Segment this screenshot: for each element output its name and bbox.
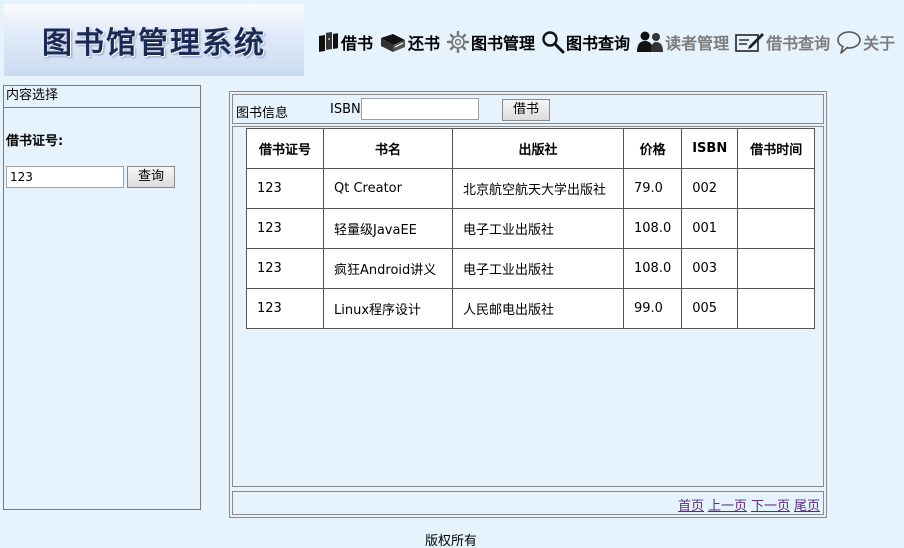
cell-borrow-time <box>737 288 816 329</box>
table-row[interactable]: 123 轻量级JavaEE 电子工业出版社 108.0 001 <box>246 208 816 249</box>
cell-price: 99.0 <box>622 288 683 329</box>
nav-borrow-label: 借书 <box>341 34 374 53</box>
nav-book-management[interactable]: 图书管理 <box>446 30 535 54</box>
last-page-link[interactable]: 尾页 <box>794 495 820 514</box>
nav-about-label: 关于 <box>863 34 896 53</box>
cell-publisher: 人民邮电出版社 <box>452 288 624 329</box>
cell-publisher: 电子工业出版社 <box>452 208 624 249</box>
book-info-panel: 图书信息 ISBN 借书 借书证号 书名 出版社 价格 ISBN 借书时间 12… <box>229 91 827 518</box>
table-row[interactable]: 123 Qt Creator 北京航空航天大学出版社 79.0 002 <box>246 168 816 209</box>
nav-borrow-search[interactable]: 借书查询 <box>735 30 830 54</box>
cell-title: Qt Creator <box>323 168 453 209</box>
borrow-button[interactable]: 借书 <box>502 99 550 121</box>
users-icon <box>636 30 664 54</box>
cell-title: 轻量级JavaEE <box>323 208 453 249</box>
borrowed-books-table: 借书证号 书名 出版社 价格 ISBN 借书时间 123 Qt Creator … <box>246 128 816 329</box>
cell-borrow-time <box>737 208 816 249</box>
cell-isbn: 005 <box>681 288 739 329</box>
cell-publisher: 北京航空航天大学出版社 <box>452 168 624 209</box>
isbn-input[interactable] <box>361 98 479 120</box>
nav-book-management-label: 图书管理 <box>471 34 536 53</box>
nav-reader-management-label: 读者管理 <box>665 34 730 53</box>
library-card-label: 借书证号: <box>6 134 64 149</box>
column-header-isbn[interactable]: ISBN <box>681 128 739 169</box>
library-card-input[interactable]: 123 <box>6 166 124 188</box>
content-select-title: 内容选择 <box>4 86 200 108</box>
nav-borrow[interactable]: 借书 <box>318 30 373 54</box>
table-row[interactable]: 123 疯狂Android讲义 电子工业出版社 108.0 003 <box>246 248 816 289</box>
copyright-text: 版权所有 <box>425 534 478 548</box>
cell-card-no: 123 <box>246 288 324 329</box>
nav-return-label: 还书 <box>408 34 441 53</box>
column-header-borrow-time[interactable]: 借书时间 <box>737 128 816 169</box>
table-header-row: 借书证号 书名 出版社 价格 ISBN 借书时间 <box>246 128 816 169</box>
cell-card-no: 123 <box>246 208 324 249</box>
cell-title: Linux程序设计 <box>323 288 453 329</box>
search-icon <box>541 30 565 54</box>
cell-isbn: 003 <box>681 248 739 289</box>
cell-price: 108.0 <box>622 248 683 289</box>
column-header-price[interactable]: 价格 <box>622 128 683 169</box>
cell-title: 疯狂Android讲义 <box>323 248 453 289</box>
nav-reader-management[interactable]: 读者管理 <box>636 30 729 54</box>
cell-publisher: 电子工业出版社 <box>452 248 624 289</box>
prev-page-link[interactable]: 上一页 <box>708 495 747 514</box>
cell-card-no: 123 <box>246 168 324 209</box>
cell-borrow-time <box>737 248 816 289</box>
column-header-title[interactable]: 书名 <box>323 128 453 169</box>
pagination-bar: 首页 上一页 下一页 尾页 <box>232 491 824 515</box>
edit-note-icon <box>735 30 765 54</box>
first-page-link[interactable]: 首页 <box>678 495 704 514</box>
cell-borrow-time <box>737 168 816 209</box>
cell-card-no: 123 <box>246 248 324 289</box>
query-button[interactable]: 查询 <box>127 166 175 188</box>
app-logo-text: 图书馆管理系统 <box>42 26 266 61</box>
pagination: 首页 上一页 下一页 尾页 <box>678 495 820 514</box>
column-header-card-no[interactable]: 借书证号 <box>246 128 324 169</box>
app-logo: 图书馆管理系统 <box>4 4 304 76</box>
table-row[interactable]: 123 Linux程序设计 人民邮电出版社 99.0 005 <box>246 288 816 329</box>
nav-about[interactable]: 关于 <box>836 30 895 54</box>
cell-price: 79.0 <box>622 168 683 209</box>
nav-borrow-search-label: 借书查询 <box>766 34 831 53</box>
book-return-icon <box>379 32 407 54</box>
nav-return[interactable]: 还书 <box>379 30 440 54</box>
gear-icon <box>446 30 470 54</box>
books-icon <box>318 30 340 54</box>
next-page-link[interactable]: 下一页 <box>751 495 790 514</box>
content-select-panel: 内容选择 借书证号: 123 查询 <box>3 85 201 510</box>
borrow-toolbar: 图书信息 ISBN 借书 <box>232 94 824 124</box>
speech-bubble-icon <box>836 30 862 54</box>
nav-book-search[interactable]: 图书查询 <box>541 30 630 54</box>
cell-price: 108.0 <box>622 208 683 249</box>
cell-isbn: 001 <box>681 208 739 249</box>
nav-book-search-label: 图书查询 <box>566 34 631 53</box>
book-table-frame: 借书证号 书名 出版社 价格 ISBN 借书时间 123 Qt Creator … <box>232 126 824 487</box>
book-info-label: 图书信息 <box>236 106 289 121</box>
isbn-label: ISBN <box>330 102 361 117</box>
column-header-publisher[interactable]: 出版社 <box>452 128 624 169</box>
main-nav: 借书 还书 图书管理 图书查询 读者管理 借书查询 关于 <box>318 24 895 60</box>
cell-isbn: 002 <box>681 168 739 209</box>
